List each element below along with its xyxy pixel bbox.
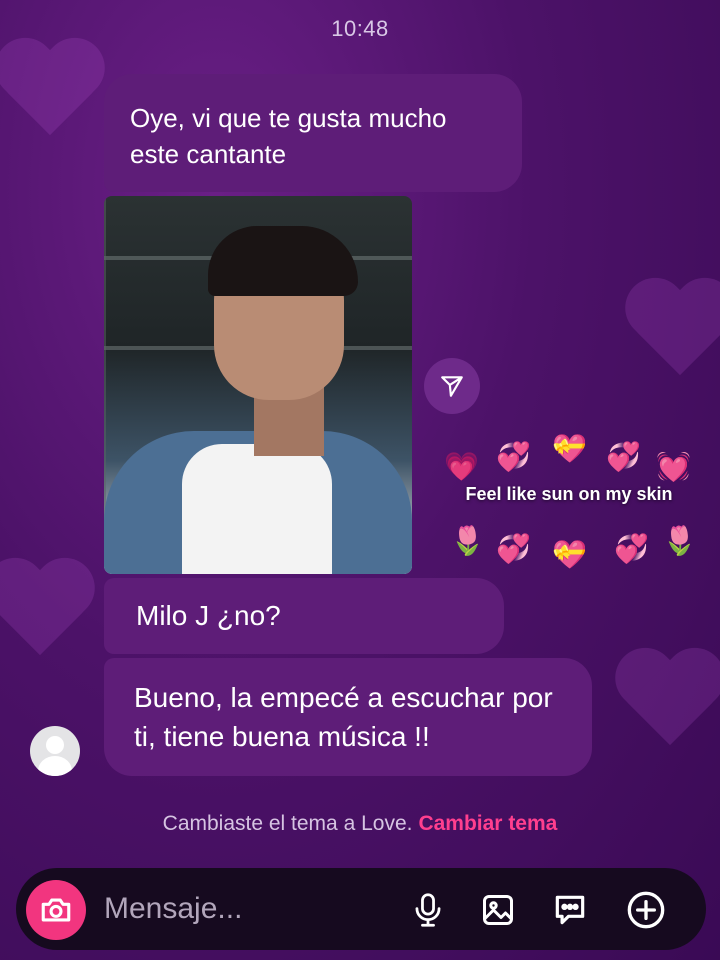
share-button[interactable] [424, 358, 480, 414]
heart-emoji: 💝 [552, 539, 587, 570]
message-composer: Mensaje... [16, 868, 706, 950]
tulip-emoji: 🌷 [662, 525, 697, 556]
heart-emoji: 💗 [444, 451, 479, 482]
message-input[interactable]: Mensaje... [104, 892, 242, 926]
message-bubble[interactable]: Oye, vi que te gusta mucho este cantante [104, 74, 522, 192]
background-heart [0, 560, 100, 670]
chat-bubble-icon [555, 895, 585, 925]
heart-emoji: 💞 [614, 533, 649, 564]
theme-change-text: Cambiaste el tema a Love. [162, 812, 413, 835]
shared-photo[interactable] [104, 196, 412, 574]
heart-emoji: 💞 [496, 441, 531, 472]
plus-circle-icon [627, 891, 665, 929]
status-time: 10:48 [331, 16, 389, 41]
gallery-button[interactable] [476, 888, 520, 932]
add-button[interactable] [624, 888, 668, 932]
background-heart [620, 280, 720, 390]
avatar[interactable] [30, 726, 80, 776]
microphone-icon [415, 893, 441, 927]
camera-icon [41, 898, 71, 922]
background-heart [0, 40, 110, 150]
heart-emoji: 💓 [656, 451, 691, 482]
tulip-emoji: 🌷 [450, 525, 485, 556]
sticker-button[interactable] [548, 888, 592, 932]
theme-change-notice: Cambiaste el tema a Love. Cambiar tema [0, 812, 720, 836]
sticker-text: Feel like sun on my skin [465, 484, 673, 504]
image-icon [483, 895, 513, 925]
love-sticker: 💗 💞 💝 💞 💓 Feel like sun on my skin 🌷 💞 💝… [440, 433, 697, 584]
send-icon [441, 376, 463, 397]
camera-button[interactable] [26, 880, 86, 940]
heart-emoji: 💞 [496, 533, 531, 564]
background-heart [610, 650, 720, 760]
change-theme-link[interactable]: Cambiar tema [418, 812, 557, 835]
message-bubble[interactable]: Milo J ¿no? [104, 578, 504, 654]
message-bubble[interactable]: Bueno, la empecé a escuchar por ti, tien… [104, 658, 592, 776]
microphone-button[interactable] [406, 888, 450, 932]
heart-emoji: 💝 [552, 433, 587, 464]
heart-emoji: 💞 [606, 441, 641, 472]
